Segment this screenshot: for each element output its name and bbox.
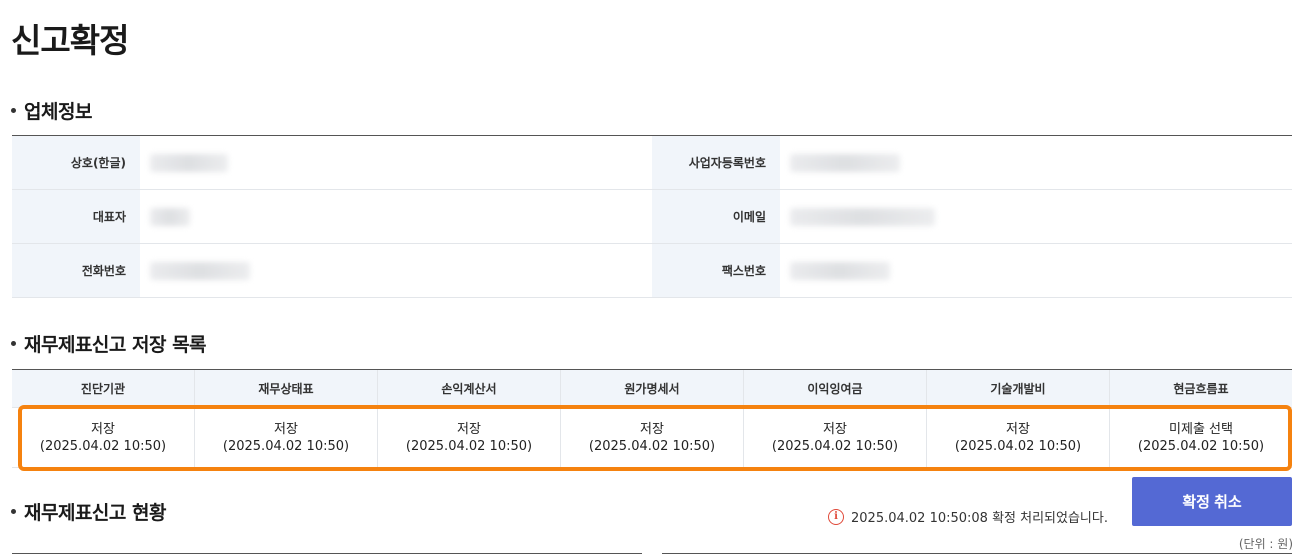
save-list-header: 진단기관 재무상태표 손익계산서 원가명세서 이익잉여금 기술개발비 현금흐름표 [12, 370, 1292, 408]
status-title: 재무제표신고 현황 [11, 498, 166, 525]
redacted-value [790, 153, 900, 172]
save-status-cell: 저장 (2025.04.02 10:50) [744, 408, 927, 467]
save-time: (2025.04.02 10:50) [954, 438, 1082, 454]
save-status: 저장 [457, 421, 481, 437]
save-status-cell: 미제출 선택 (2025.04.02 10:50) [1110, 408, 1292, 467]
unit-note: (단위 : 원) [1238, 537, 1293, 551]
save-status-cell: 저장 (2025.04.02 10:50) [561, 408, 744, 467]
label-representative: 대표자 [12, 190, 140, 243]
save-time: (2025.04.02 10:50) [222, 438, 350, 454]
save-time: (2025.04.02 10:50) [39, 438, 167, 454]
save-status: 미제출 선택 [1169, 421, 1233, 437]
column-header: 재무상태표 [195, 370, 378, 407]
page-title: 신고확정 [11, 21, 129, 60]
column-header: 진단기관 [12, 370, 195, 407]
save-list-title: 재무제표신고 저장 목록 [11, 330, 207, 357]
save-status: 저장 [1006, 421, 1030, 437]
company-info-title: 업체정보 [11, 97, 92, 124]
label-fax: 팩스번호 [652, 244, 780, 297]
value-email [780, 190, 1292, 243]
column-header: 기술개발비 [927, 370, 1110, 407]
save-time: (2025.04.02 10:50) [588, 438, 716, 454]
column-header: 손익계산서 [378, 370, 561, 407]
column-header: 이익잉여금 [744, 370, 927, 407]
save-status: 저장 [640, 421, 664, 437]
save-status-cell: 저장 (2025.04.02 10:50) [12, 408, 195, 467]
confirm-message-text: 2025.04.02 10:50:08 확정 처리되었습니다. [851, 511, 1108, 526]
redacted-value [150, 153, 228, 172]
save-time: (2025.04.02 10:50) [405, 438, 533, 454]
bullet-icon [11, 341, 16, 346]
company-row: 전화번호 팩스번호 [12, 244, 1292, 298]
company-row: 대표자 이메일 [12, 190, 1292, 244]
label-phone: 전화번호 [12, 244, 140, 297]
company-row: 상호(한글) 사업자등록번호 [12, 136, 1292, 190]
save-status-cell: 저장 (2025.04.02 10:50) [378, 408, 561, 467]
value-phone [140, 244, 652, 297]
value-representative [140, 190, 652, 243]
column-header: 원가명세서 [561, 370, 744, 407]
cancel-confirmation-button[interactable]: 확정 취소 [1132, 477, 1292, 526]
bullet-icon [11, 509, 16, 514]
redacted-value [150, 261, 250, 280]
confirm-message: i 2025.04.02 10:50:08 확정 처리되었습니다. [828, 507, 1108, 526]
save-status-cell: 저장 (2025.04.02 10:50) [195, 408, 378, 467]
company-info-table: 상호(한글) 사업자등록번호 대표자 이메일 전화번호 팩스번호 [12, 135, 1292, 298]
save-time: (2025.04.02 10:50) [1137, 438, 1265, 454]
divider [12, 553, 642, 554]
save-status: 저장 [823, 421, 847, 437]
save-status: 저장 [91, 421, 115, 437]
redacted-value [790, 261, 890, 280]
label-business-number: 사업자등록번호 [652, 136, 780, 189]
column-header: 현금흐름표 [1173, 382, 1229, 396]
value-fax [780, 244, 1292, 297]
save-list-table: 진단기관 재무상태표 손익계산서 원가명세서 이익잉여금 기술개발비 현금흐름표… [12, 369, 1292, 468]
value-business-number [780, 136, 1292, 189]
redacted-value [150, 207, 190, 226]
label-email: 이메일 [652, 190, 780, 243]
redacted-value [790, 207, 935, 226]
value-company-name [140, 136, 652, 189]
bullet-icon [11, 108, 16, 113]
label-company-name: 상호(한글) [12, 136, 140, 189]
info-icon: i [828, 508, 844, 525]
save-status-cell: 저장 (2025.04.02 10:50) [927, 408, 1110, 467]
save-status: 저장 [274, 421, 298, 437]
divider [662, 553, 1292, 554]
save-time: (2025.04.02 10:50) [771, 438, 899, 454]
table-row: 저장 (2025.04.02 10:50) 저장 (2025.04.02 10:50… [12, 408, 1292, 468]
